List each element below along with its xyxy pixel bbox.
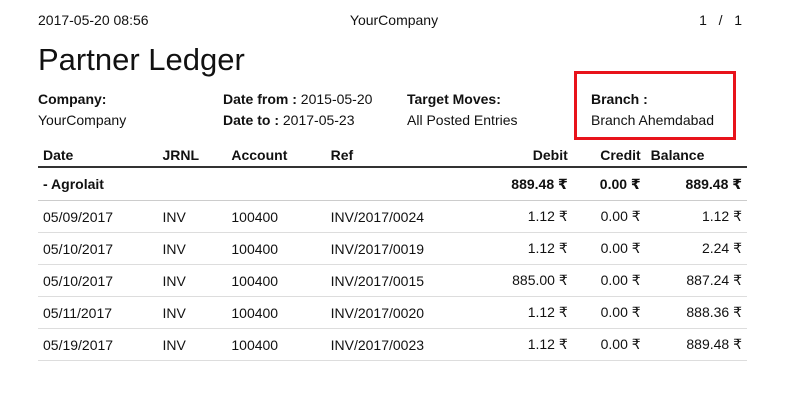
cell-balance: 2.24 ₹ (645, 232, 747, 265)
cell-debit: 885.00 ₹ (467, 264, 573, 297)
report-header-company: YourCompany (349, 12, 439, 28)
table-row: 05/11/2017 INV 100400 INV/2017/0020 1.12… (38, 296, 747, 329)
cell-debit: 1.12 ₹ (467, 232, 573, 265)
cell-credit: 0.00 ₹ (572, 264, 646, 297)
page-separator: / (718, 12, 723, 28)
info-dates: Date from : 2015-05-20 Date to : 2017-05… (223, 89, 372, 131)
cell-credit: 0.00 ₹ (572, 232, 646, 265)
page-total: 1 (734, 12, 742, 28)
table-row: 05/10/2017 INV 100400 INV/2017/0015 885.… (38, 264, 747, 297)
partner-credit: 0.00 ₹ (572, 167, 646, 201)
page-title: Partner Ledger (38, 42, 245, 77)
cell-credit: 0.00 ₹ (572, 296, 646, 329)
branch-value: Branch Ahemdabad (591, 112, 714, 128)
company-label: Company: (38, 91, 107, 107)
cell-balance: 888.36 ₹ (645, 296, 747, 329)
date-from: Date from : 2015-05-20 (223, 89, 372, 110)
cell-debit: 1.12 ₹ (467, 328, 573, 361)
info-branch: Branch : Branch Ahemdabad (591, 89, 714, 131)
target-moves-label: Target Moves: (407, 91, 501, 107)
table-row: 05/09/2017 INV 100400 INV/2017/0024 1.12… (38, 200, 747, 233)
cell-jrnl: INV (157, 296, 227, 329)
cell-jrnl: INV (157, 232, 227, 265)
cell-jrnl: INV (157, 264, 227, 297)
cell-date: 05/19/2017 (38, 328, 158, 361)
info-company: Company: YourCompany (38, 89, 126, 131)
page-counter: 1 / 1 (699, 12, 742, 28)
cell-account: 100400 (226, 264, 326, 297)
col-header-ref: Ref (325, 143, 468, 168)
partner-name: - Agrolait (38, 167, 468, 201)
table-row: 05/19/2017 INV 100400 INV/2017/0023 1.12… (38, 328, 747, 361)
ledger-table: Date JRNL Account Ref Debit Credit Balan… (38, 143, 747, 361)
cell-ref: INV/2017/0015 (325, 264, 468, 297)
col-header-balance: Balance (645, 143, 747, 168)
company-value: YourCompany (38, 112, 127, 128)
col-header-account: Account (226, 143, 326, 168)
col-header-date: Date (38, 143, 158, 168)
date-to-value: 2017-05-23 (282, 112, 355, 128)
date-from-value: 2015-05-20 (300, 91, 373, 107)
cell-balance: 887.24 ₹ (645, 264, 747, 297)
date-from-label: Date from : (223, 91, 297, 107)
cell-date: 05/09/2017 (38, 200, 158, 233)
target-moves-value: All Posted Entries (407, 112, 518, 128)
table-row: 05/10/2017 INV 100400 INV/2017/0019 1.12… (38, 232, 747, 265)
info-target-moves: Target Moves: All Posted Entries (407, 89, 518, 131)
col-header-jrnl: JRNL (157, 143, 227, 168)
col-header-credit: Credit (572, 143, 646, 168)
cell-jrnl: INV (157, 200, 227, 233)
cell-jrnl: INV (157, 328, 227, 361)
col-header-debit: Debit (467, 143, 573, 168)
partner-balance: 889.48 ₹ (645, 167, 747, 201)
cell-ref: INV/2017/0020 (325, 296, 468, 329)
date-to-label: Date to : (223, 112, 279, 128)
cell-date: 05/10/2017 (38, 232, 158, 265)
cell-date: 05/10/2017 (38, 264, 158, 297)
cell-account: 100400 (226, 328, 326, 361)
cell-account: 100400 (226, 232, 326, 265)
cell-ref: INV/2017/0024 (325, 200, 468, 233)
branch-label: Branch : (591, 91, 648, 107)
cell-credit: 0.00 ₹ (572, 328, 646, 361)
cell-account: 100400 (226, 296, 326, 329)
cell-ref: INV/2017/0023 (325, 328, 468, 361)
date-to: Date to : 2017-05-23 (223, 110, 372, 131)
cell-ref: INV/2017/0019 (325, 232, 468, 265)
cell-debit: 1.12 ₹ (467, 200, 573, 233)
cell-credit: 0.00 ₹ (572, 200, 646, 233)
page-current: 1 (699, 12, 707, 28)
cell-balance: 889.48 ₹ (645, 328, 747, 361)
cell-balance: 1.12 ₹ (645, 200, 747, 233)
cell-date: 05/11/2017 (38, 296, 158, 329)
cell-debit: 1.12 ₹ (467, 296, 573, 329)
partner-debit: 889.48 ₹ (467, 167, 573, 201)
table-header-row: Date JRNL Account Ref Debit Credit Balan… (38, 143, 747, 168)
cell-account: 100400 (226, 200, 326, 233)
partner-group-row: - Agrolait 889.48 ₹ 0.00 ₹ 889.48 ₹ (38, 167, 747, 201)
